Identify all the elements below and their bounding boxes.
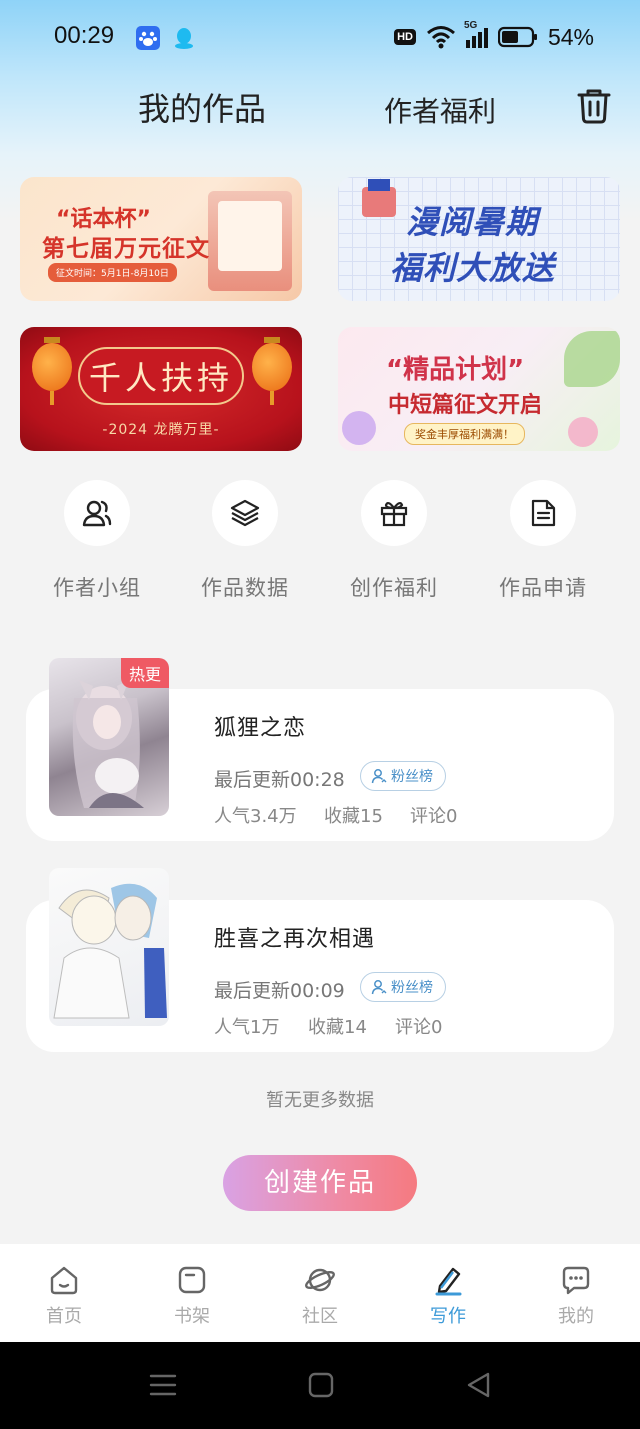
quick-action-label: 作者小组 — [53, 576, 141, 600]
tab-label: 我的 — [558, 1306, 594, 1327]
quick-action-label: 作品申请 — [499, 576, 587, 600]
book-page — [218, 201, 282, 271]
layers-icon — [230, 499, 260, 527]
author-group-icon — [82, 500, 112, 527]
two-boys-illustration — [53, 883, 167, 1019]
tab-label: 写作 — [430, 1306, 466, 1327]
signal-icon: 5G — [464, 20, 488, 48]
work-last-updated: 最后更新00:28 — [214, 769, 345, 791]
hot-update-tag: 热更 — [120, 658, 169, 688]
fan-ranking-button[interactable]: 粉丝榜 — [360, 761, 446, 791]
work-favorites: 收藏15 — [324, 806, 383, 827]
baidu-app-icon — [136, 26, 160, 50]
user-icon — [371, 769, 387, 784]
banner-quality-plan-sub: 中短篇征文开启 — [388, 393, 543, 418]
quick-action-circle — [510, 480, 576, 546]
page-title: 我的作品 — [138, 90, 267, 128]
work-comments: 评论0 — [410, 806, 458, 827]
banner-summer-benefits[interactable]: 漫阅暑期 福利大放送 — [338, 177, 620, 301]
tab-community[interactable]: 社区 — [256, 1244, 384, 1342]
balloon-decoration — [342, 411, 376, 445]
quick-action-work-application[interactable]: 作品申请 — [468, 480, 618, 610]
work-cover-image[interactable]: 热更 — [49, 658, 169, 816]
banner-thousand-support-title: 千人扶持 — [88, 359, 233, 397]
fan-ranking-label: 粉丝榜 — [391, 769, 433, 785]
status-time: 00:29 — [54, 22, 115, 49]
work-favorites: 收藏14 — [308, 1017, 367, 1038]
quick-action-creation-benefits[interactable]: 创作福利 — [319, 480, 469, 610]
pen-icon — [435, 1267, 462, 1296]
gift-box-illustration — [362, 187, 396, 217]
wifi-icon — [426, 26, 455, 49]
battery-percent: 54% — [547, 23, 594, 50]
system-navigation-bar — [0, 1342, 640, 1429]
fan-ranking-button[interactable]: 粉丝榜 — [360, 972, 446, 1002]
banner-summer-benefits-line2: 福利大放送 — [390, 249, 556, 287]
create-work-button[interactable]: 创建作品 — [223, 1155, 417, 1211]
planet-icon — [305, 1268, 335, 1292]
banner-summer-benefits-line1: 漫阅暑期 — [406, 203, 539, 241]
quick-action-circle — [212, 480, 278, 546]
document-icon — [531, 499, 556, 527]
back-icon[interactable] — [464, 1370, 494, 1400]
trash-icon — [577, 89, 611, 124]
user-icon — [371, 980, 387, 995]
leaf-decoration — [564, 331, 620, 387]
banner-writing-contest-line2: 第七届万元征文 — [42, 236, 210, 262]
battery-icon — [497, 26, 537, 48]
tab-label: 社区 — [302, 1306, 338, 1327]
quick-action-work-data[interactable]: 作品数据 — [170, 480, 320, 610]
tab-mine[interactable]: 我的 — [512, 1244, 640, 1342]
tab-home[interactable]: 首页 — [0, 1244, 128, 1342]
work-popularity: 人气3.4万 — [214, 806, 297, 827]
chat-icon — [562, 1266, 590, 1295]
no-more-data-text: 暂无更多数据 — [266, 1090, 374, 1111]
quick-action-circle — [64, 480, 130, 546]
work-last-updated: 最后更新00:09 — [214, 980, 345, 1002]
tab-writing[interactable]: 写作 — [384, 1244, 512, 1342]
tab-label: 首页 — [46, 1306, 82, 1327]
bookshelf-icon — [178, 1266, 206, 1294]
work-cover-image[interactable] — [49, 868, 169, 1026]
banner-writing-contest-date: 征文时间：5月1日-8月10日 — [48, 263, 177, 282]
author-benefits-tab[interactable]: 作者福利 — [384, 90, 496, 130]
bottom-tab-bar: 首页 书架 社区 写作 我的 — [0, 1244, 640, 1342]
work-title[interactable]: 胜喜之再次相遇 — [214, 921, 375, 953]
work-popularity: 人气1万 — [214, 1017, 280, 1038]
balloon-decoration — [568, 417, 598, 447]
tab-bookshelf[interactable]: 书架 — [128, 1244, 256, 1342]
qq-app-icon — [172, 26, 196, 50]
lantern-right-icon — [252, 337, 292, 405]
quick-action-label: 作品数据 — [201, 576, 289, 600]
grad-cap-illustration — [368, 179, 390, 191]
banner-quality-plan-title: “精品计划” — [386, 355, 525, 385]
home-icon — [50, 1266, 78, 1295]
status-bar: 00:29 HD 5G 54% — [0, 0, 640, 76]
gift-icon — [380, 501, 408, 527]
banner-quality-plan-badge: 奖金丰厚福利满满！ — [404, 423, 525, 445]
fan-ranking-label: 粉丝榜 — [391, 980, 433, 996]
lantern-left-icon — [32, 337, 72, 405]
signal-label: 5G — [463, 20, 478, 31]
home-square-icon[interactable] — [306, 1370, 336, 1400]
trash-button[interactable] — [574, 86, 614, 126]
banner-writing-contest[interactable]: “话本杯” 第七届万元征文 征文时间：5月1日-8月10日 — [20, 177, 302, 301]
status-indicators: HD 5G 54% — [394, 20, 594, 52]
quick-action-circle — [361, 480, 427, 546]
quick-action-author-group[interactable]: 作者小组 — [22, 480, 172, 610]
hd-badge: HD — [394, 29, 416, 45]
tab-label: 书架 — [174, 1306, 210, 1327]
work-title[interactable]: 狐狸之恋 — [214, 710, 306, 742]
banner-thousand-support-sub: -2024 龙腾万里- — [102, 422, 220, 438]
banner-quality-plan[interactable]: “精品计划” 中短篇征文开启 奖金丰厚福利满满！ — [338, 327, 620, 451]
banner-thousand-support[interactable]: 千人扶持 -2024 龙腾万里- — [20, 327, 302, 451]
quick-action-label: 创作福利 — [350, 576, 438, 600]
work-comments: 评论0 — [395, 1017, 443, 1038]
menu-icon[interactable] — [148, 1370, 178, 1400]
